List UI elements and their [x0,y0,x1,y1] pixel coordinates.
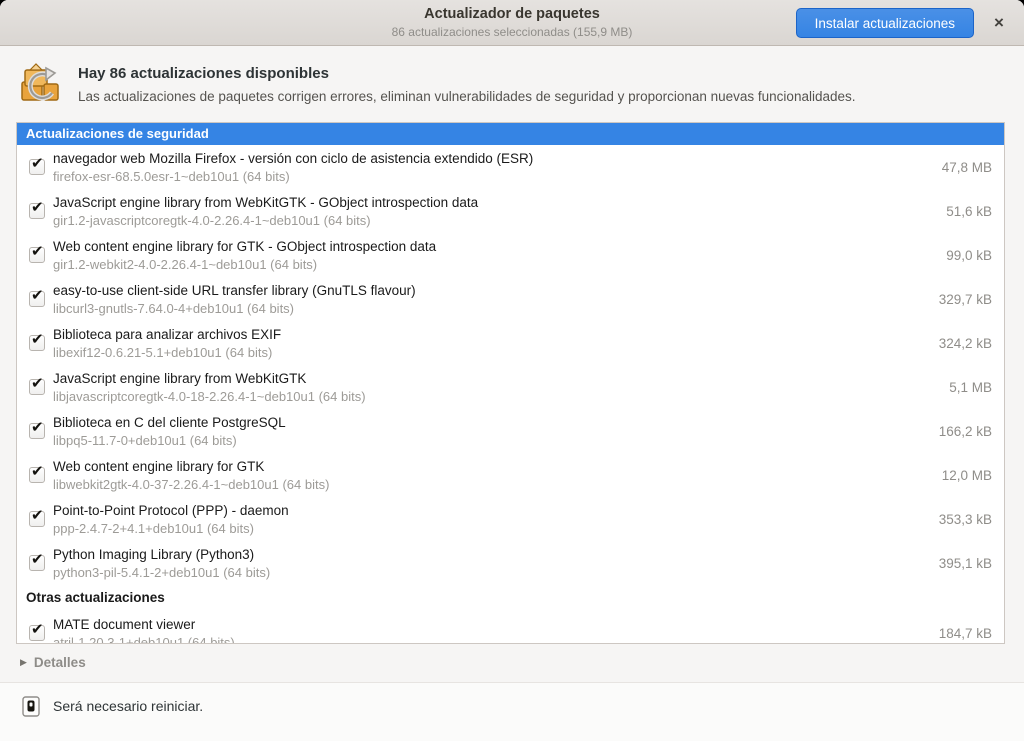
update-summary: JavaScript engine library from WebKitGTK… [53,193,946,212]
update-summary: Web content engine library for GTK - GOb… [53,237,946,256]
update-row[interactable]: ✔ easy-to-use client-side URL transfer li… [17,277,1004,321]
update-size: 47,8 MB [942,160,994,175]
software-updates-icon [16,60,64,108]
window-subtitle: 86 actualizaciones seleccionadas (155,9 … [392,25,633,40]
update-summary: MATE document viewer [53,615,939,634]
update-checkbox[interactable]: ✔ [29,423,45,439]
section-header-other: Otras actualizaciones [17,585,1004,611]
update-texts: MATE document vieweratril-1.20.3-1+deb10… [53,615,939,645]
update-row[interactable]: ✔ Biblioteca para analizar archivos EXIFl… [17,321,1004,365]
update-size: 395,1 kB [939,556,994,571]
details-expander[interactable]: ▶ Detalles [0,644,1024,682]
checkmark-icon: ✔ [31,330,44,348]
update-summary: JavaScript engine library from WebKitGTK [53,369,949,388]
update-summary: easy-to-use client-side URL transfer lib… [53,281,939,300]
update-row[interactable]: ✔ Web content engine library for GTK - GO… [17,233,1004,277]
update-checkbox[interactable]: ✔ [29,625,45,641]
checkmark-icon: ✔ [31,462,44,480]
update-package-version: libwebkit2gtk-4.0-37-2.26.4-1~deb10u1 (6… [53,476,942,494]
update-package-version: atril-1.20.3-1+deb10u1 (64 bits) [53,634,939,645]
update-size: 51,6 kB [946,204,994,219]
update-checkbox[interactable]: ✔ [29,379,45,395]
update-summary: Web content engine library for GTK [53,457,942,476]
update-size: 5,1 MB [949,380,994,395]
update-size: 329,7 kB [939,292,994,307]
checkmark-icon: ✔ [31,198,44,216]
update-summary: Biblioteca para analizar archivos EXIF [53,325,939,344]
titlebar-text: Actualizador de paquetes 86 actualizacio… [392,5,633,39]
update-texts: Web content engine library for GTK - GOb… [53,237,946,274]
checkmark-icon: ✔ [31,620,44,638]
update-texts: Python Imaging Library (Python3)python3-… [53,545,939,582]
package-updater-window: Actualizador de paquetes 86 actualizacio… [0,0,1024,741]
page-header-text: Hay 86 actualizaciones disponibles Las a… [78,60,856,104]
restart-required-icon [22,696,40,717]
update-checkbox[interactable]: ✔ [29,291,45,307]
update-package-version: libpq5-11.7-0+deb10u1 (64 bits) [53,432,939,450]
update-list[interactable]: Actualizaciones de seguridad ✔ navegador w… [16,122,1005,644]
checkmark-icon: ✔ [31,506,44,524]
update-package-version: python3-pil-5.4.1-2+deb10u1 (64 bits) [53,564,939,582]
update-row[interactable]: ✔ Point-to-Point Protocol (PPP) - daemonp… [17,497,1004,541]
window-title: Actualizador de paquetes [392,5,633,23]
update-size: 12,0 MB [942,468,994,483]
update-package-version: gir1.2-javascriptcoregtk-4.0-2.26.4-1~de… [53,212,946,230]
checkmark-icon: ✔ [31,550,44,568]
page-header: Hay 86 actualizaciones disponibles Las a… [0,46,1024,118]
update-texts: navegador web Mozilla Firefox - versión … [53,149,942,186]
update-texts: Web content engine library for GTKlibweb… [53,457,942,494]
update-texts: easy-to-use client-side URL transfer lib… [53,281,939,318]
titlebar: Actualizador de paquetes 86 actualizacio… [0,0,1024,46]
update-package-version: firefox-esr-68.5.0esr-1~deb10u1 (64 bits… [53,168,942,186]
update-checkbox[interactable]: ✔ [29,467,45,483]
update-texts: JavaScript engine library from WebKitGTK… [53,369,949,406]
status-bar: Será necesario reiniciar. [0,682,1024,741]
checkmark-icon: ✔ [31,242,44,260]
update-checkbox[interactable]: ✔ [29,247,45,263]
update-row[interactable]: ✔ Python Imaging Library (Python3)python3… [17,541,1004,585]
page-description: Las actualizaciones de paquetes corrigen… [78,89,856,104]
details-label: Detalles [34,655,86,670]
restart-notice: Será necesario reiniciar. [53,696,203,714]
update-checkbox[interactable]: ✔ [29,511,45,527]
update-texts: Biblioteca para analizar archivos EXIFli… [53,325,939,362]
update-texts: JavaScript engine library from WebKitGTK… [53,193,946,230]
update-texts: Biblioteca en C del cliente PostgreSQLli… [53,413,939,450]
update-size: 166,2 kB [939,424,994,439]
install-updates-button[interactable]: Instalar actualizaciones [796,8,974,38]
page-title: Hay 86 actualizaciones disponibles [78,65,856,82]
update-row[interactable]: ✔ Biblioteca en C del cliente PostgreSQLl… [17,409,1004,453]
checkmark-icon: ✔ [31,418,44,436]
update-package-version: gir1.2-webkit2-4.0-2.26.4-1~deb10u1 (64 … [53,256,946,274]
update-texts: Point-to-Point Protocol (PPP) - daemonpp… [53,501,939,538]
update-size: 99,0 kB [946,248,994,263]
update-summary: navegador web Mozilla Firefox - versión … [53,149,942,168]
close-icon[interactable]: × [988,12,1010,34]
update-size: 324,2 kB [939,336,994,351]
update-row[interactable]: ✔ Web content engine library for GTKlibwe… [17,453,1004,497]
update-checkbox[interactable]: ✔ [29,335,45,351]
update-summary: Python Imaging Library (Python3) [53,545,939,564]
update-size: 184,7 kB [939,626,994,641]
update-summary: Point-to-Point Protocol (PPP) - daemon [53,501,939,520]
checkmark-icon: ✔ [31,374,44,392]
update-checkbox[interactable]: ✔ [29,203,45,219]
section-header-security: Actualizaciones de seguridad [17,123,1004,145]
chevron-right-icon: ▶ [20,657,27,668]
update-size: 353,3 kB [939,512,994,527]
update-package-version: libjavascriptcoregtk-4.0-18-2.26.4-1~deb… [53,388,949,406]
update-checkbox[interactable]: ✔ [29,159,45,175]
checkmark-icon: ✔ [31,286,44,304]
update-row[interactable]: ✔ MATE document vieweratril-1.20.3-1+deb1… [17,611,1004,644]
update-package-version: libexif12-0.6.21-5.1+deb10u1 (64 bits) [53,344,939,362]
update-summary: Biblioteca en C del cliente PostgreSQL [53,413,939,432]
update-row[interactable]: ✔ navegador web Mozilla Firefox - versión… [17,145,1004,189]
update-row[interactable]: ✔ JavaScript engine library from WebKitGT… [17,189,1004,233]
update-row[interactable]: ✔ JavaScript engine library from WebKitGT… [17,365,1004,409]
update-package-version: ppp-2.4.7-2+4.1+deb10u1 (64 bits) [53,520,939,538]
checkmark-icon: ✔ [31,154,44,172]
update-package-version: libcurl3-gnutls-7.64.0-4+deb10u1 (64 bit… [53,300,939,318]
update-checkbox[interactable]: ✔ [29,555,45,571]
